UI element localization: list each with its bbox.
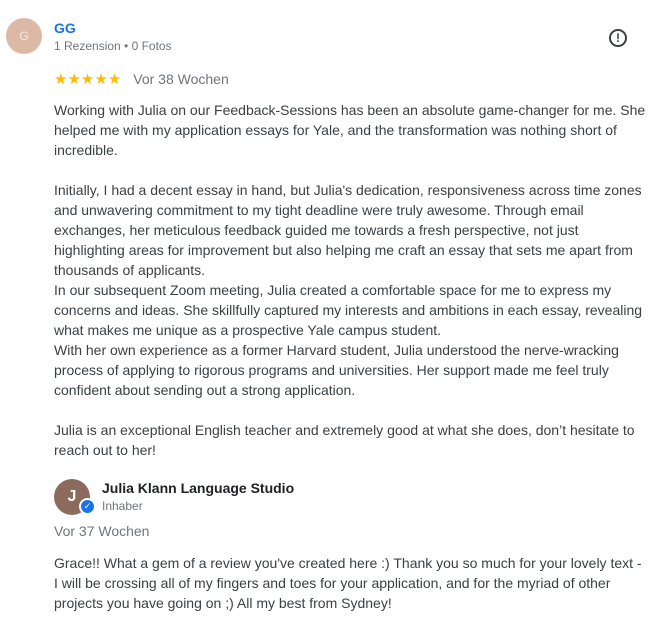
review-text: Working with Julia on our Feedback-Sessi… bbox=[54, 100, 646, 460]
reviewer-avatar[interactable]: G bbox=[6, 18, 42, 54]
star-icon: ★ bbox=[107, 70, 122, 88]
owner-role: Inhaber bbox=[102, 499, 143, 513]
review-age: Vor 38 Wochen bbox=[133, 71, 229, 87]
star-icon: ★ bbox=[94, 70, 108, 88]
star-icon: ★ bbox=[67, 70, 81, 88]
star-icon: ★ bbox=[80, 70, 95, 88]
owner-name[interactable]: Julia Klann Language Studio bbox=[102, 480, 294, 496]
review-paragraph: Julia is an exceptional English teacher … bbox=[54, 422, 635, 458]
report-flag-icon[interactable]: ! bbox=[609, 29, 627, 47]
review-paragraph: With her own experience as a former Harv… bbox=[54, 342, 619, 398]
owner-avatar-initial: J bbox=[67, 488, 77, 505]
verified-check-icon: ✓ bbox=[79, 498, 96, 515]
reviewer-avatar-initial: G bbox=[19, 29, 29, 43]
owner-response-age: Vor 37 Wochen bbox=[54, 523, 150, 539]
owner-response-text: Grace!! What a gem of a review you've cr… bbox=[54, 555, 642, 611]
star-icon: ★ bbox=[54, 70, 68, 88]
review-paragraph: Initially, I had a decent essay in hand,… bbox=[54, 182, 642, 278]
reviewer-meta: 1 Rezension • 0 Fotos bbox=[54, 39, 172, 53]
review-paragraph: In our subsequent Zoom meeting, Julia cr… bbox=[54, 282, 643, 338]
review-paragraph: Working with Julia on our Feedback-Sessi… bbox=[54, 102, 646, 158]
rating-row: ★ ★ ★ ★ ★ Vor 38 Wochen bbox=[54, 70, 229, 88]
reviewer-name[interactable]: GG bbox=[54, 20, 76, 36]
